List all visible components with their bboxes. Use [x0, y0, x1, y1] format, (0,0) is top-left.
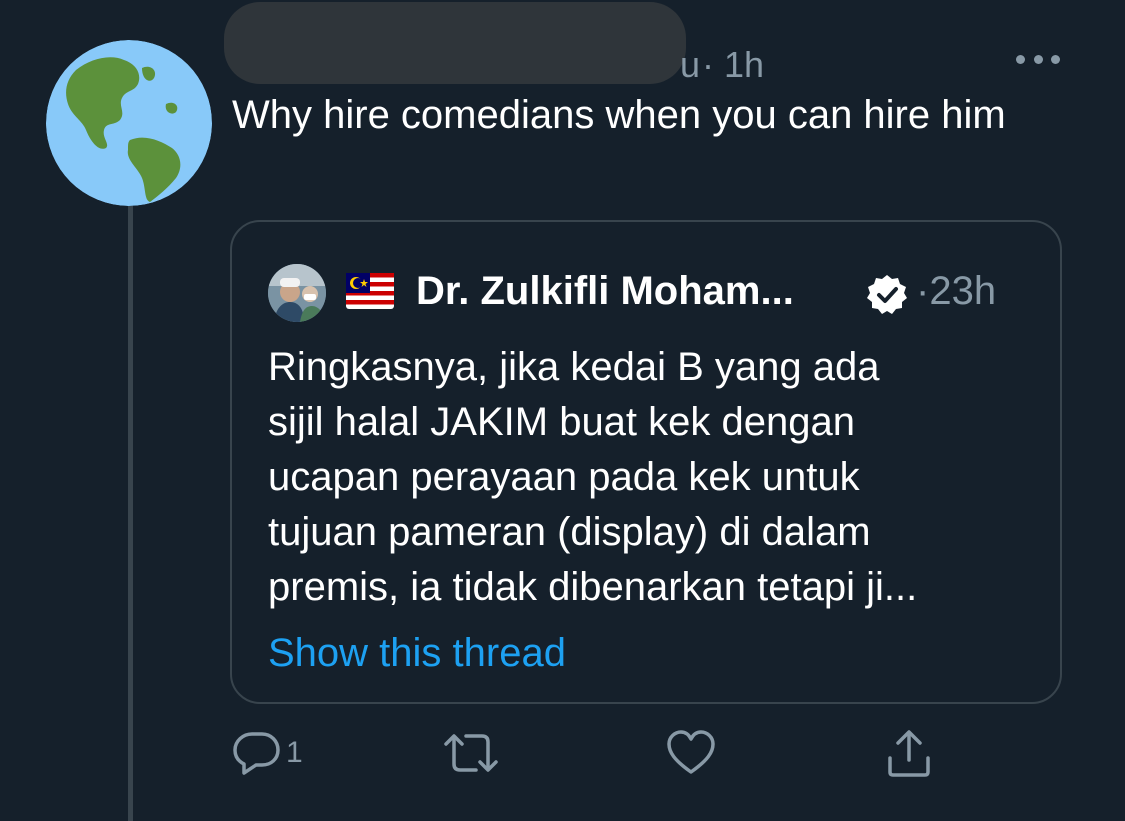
retweet-button[interactable] — [442, 728, 500, 778]
quoted-tweet-card[interactable]: Dr. Zulkifli Moham... ·23h Ringkasnya, j… — [230, 220, 1062, 704]
heart-icon — [667, 730, 715, 774]
tweet-header: u · 1h — [224, 2, 1032, 88]
more-dot-icon — [1033, 54, 1043, 64]
quoted-text-line: ucapan perayaan pada kek untuk — [268, 455, 860, 499]
like-button[interactable] — [666, 728, 716, 778]
share-icon — [888, 730, 930, 777]
quoted-text-line: Ringkasnya, jika kedai B yang ada — [268, 345, 880, 389]
separator-dot: · — [702, 44, 714, 85]
redacted-author-name — [224, 2, 686, 84]
tweet[interactable]: u · 1h Why hire comedians when you can h… — [0, 0, 1125, 821]
tweet-text: Why hire comedians when you can hire him — [232, 93, 1006, 137]
show-thread-link[interactable]: Show this thread — [268, 628, 566, 678]
author-name-fragment: u — [680, 44, 701, 85]
reply-button[interactable]: 1 — [232, 728, 303, 778]
verified-badge-icon — [867, 275, 907, 314]
share-button[interactable] — [884, 728, 934, 778]
more-dot-icon — [1016, 54, 1025, 64]
quoted-text-line: premis, ia tidak dibenarkan tetapi ji... — [268, 565, 918, 609]
reply-icon — [233, 732, 280, 775]
quoted-tweet-timestamp[interactable]: ·23h — [916, 266, 996, 316]
more-dot-icon — [1051, 54, 1060, 64]
quoted-text-line: tujuan pameran (display) di dalam — [268, 510, 871, 554]
avatar[interactable] — [46, 40, 212, 206]
author-photo-icon — [268, 264, 326, 322]
separator-dot: · — [916, 269, 930, 313]
quoted-author-avatar[interactable] — [268, 264, 326, 322]
globe-americas-icon — [46, 40, 212, 206]
quoted-tweet-text: Ringkasnya, jika kedai B yang ada sijil … — [268, 340, 1038, 615]
malaysia-flag-icon — [346, 273, 394, 309]
quoted-timestamp-text: 23h — [929, 269, 997, 313]
reply-count: 1 — [286, 736, 303, 769]
more-options-button[interactable] — [1016, 44, 1060, 74]
tweet-actions: 1 — [0, 728, 1125, 784]
quoted-text-line: sijil halal JAKIM buat kek dengan — [268, 400, 855, 444]
quoted-author-name[interactable]: Dr. Zulkifli Moham... — [416, 266, 794, 316]
tweet-timestamp[interactable]: 1h — [724, 42, 764, 88]
retweet-icon — [444, 734, 498, 772]
